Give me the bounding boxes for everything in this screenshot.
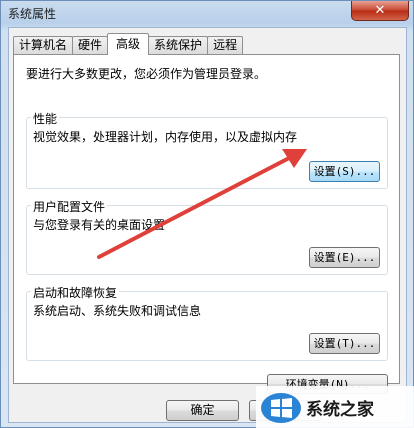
windows-logo-icon <box>260 391 302 425</box>
watermark-text: 系统之家 <box>306 400 374 420</box>
admin-note: 要进行大多数更改，您必须作为管理员登录。 <box>26 67 267 81</box>
startup-recovery-title: 启动和故障恢复 <box>31 284 120 301</box>
tab-system-protection[interactable]: 系统保护 <box>148 36 209 54</box>
startup-recovery-settings-button[interactable]: 设置(T)... <box>309 333 380 354</box>
performance-settings-button[interactable]: 设置(S)... <box>309 161 380 182</box>
close-button[interactable]: ✕ <box>351 1 409 21</box>
dialog-client-area: 计算机名 硬件 高级 系统保护 远程 要进行大多数更改，您必须作为管理员登录。 … <box>8 27 407 423</box>
system-properties-window: 系统属性 ✕ 计算机名 硬件 高级 系统保护 远程 要进行大多数更改，您必须作为… <box>0 0 414 428</box>
user-profiles-title: 用户配置文件 <box>31 198 108 215</box>
tab-hardware[interactable]: 硬件 <box>72 36 109 54</box>
advanced-tab-panel: 要进行大多数更改，您必须作为管理员登录。 性能 视觉效果，处理器计划，内存使用，… <box>13 54 400 394</box>
startup-recovery-desc: 系统启动、系统失败和调试信息 <box>33 304 202 318</box>
tab-remote[interactable]: 远程 <box>207 36 244 54</box>
performance-title: 性能 <box>31 110 60 127</box>
user-profiles-settings-button[interactable]: 设置(E)... <box>309 247 380 268</box>
title-bar[interactable]: 系统属性 ✕ <box>1 1 413 27</box>
window-title: 系统属性 <box>8 7 57 21</box>
ok-button[interactable]: 确定 <box>166 400 239 421</box>
user-profiles-group: 用户配置文件 与您登录有关的桌面设置 设置(E)... <box>26 198 388 275</box>
tab-advanced[interactable]: 高级 <box>107 33 150 55</box>
watermark: 系统之家 <box>256 386 414 428</box>
performance-group: 性能 视觉效果，处理器计划，内存使用，以及虚拟内存 设置(S)... <box>26 110 388 189</box>
user-profiles-desc: 与您登录有关的桌面设置 <box>33 218 166 232</box>
tab-computer-name[interactable]: 计算机名 <box>13 36 74 54</box>
startup-recovery-group: 启动和故障恢复 系统启动、系统失败和调试信息 设置(T)... <box>26 284 388 361</box>
performance-desc: 视觉效果，处理器计划，内存使用，以及虚拟内存 <box>33 130 298 144</box>
tab-strip: 计算机名 硬件 高级 系统保护 远程 <box>13 33 244 55</box>
